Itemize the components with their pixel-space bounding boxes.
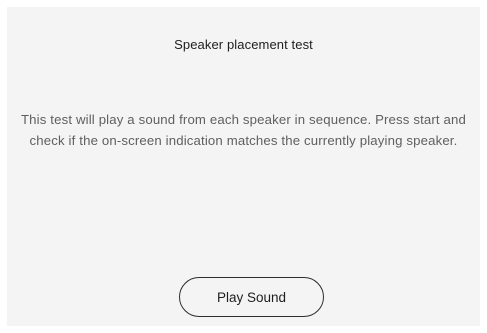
dialog-description: This test will play a sound from each sp… xyxy=(20,112,467,148)
dialog-title: Speaker placement test xyxy=(174,37,313,52)
play-sound-button[interactable]: Play Sound xyxy=(179,277,324,317)
speaker-test-panel: Speaker placement test This test will pl… xyxy=(7,7,480,326)
